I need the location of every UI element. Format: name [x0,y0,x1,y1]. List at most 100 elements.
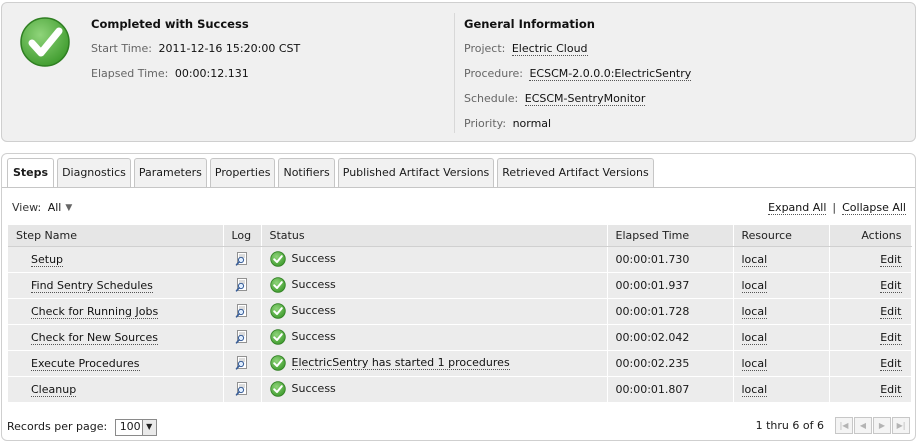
success-check-icon [269,355,286,371]
edit-step-link[interactable]: Edit [880,278,902,293]
elapsed-time-cell: 00:00:01.730 [607,246,734,273]
tab-retrieved-artifact-versions[interactable]: Retrieved Artifact Versions [497,158,654,187]
view-filter: View: All ▼ [12,200,72,216]
view-select[interactable]: All ▼ [48,201,73,214]
schedule-link[interactable]: ECSCM-SentryMonitor [524,92,646,106]
step-name-link[interactable]: Cleanup [31,382,77,397]
resource-cell: local [733,246,830,273]
actions-cell: Edit [829,324,912,351]
resource-link[interactable]: local [741,382,768,397]
project-row: Project: Electric Cloud [464,34,691,59]
log-magnifier-icon[interactable] [234,251,250,267]
expand-all-link[interactable]: Expand All [768,201,827,215]
log-cell [223,298,262,325]
resource-link[interactable]: local [741,330,768,345]
elapsed-time-cell: 00:00:01.728 [607,298,734,325]
step-name-cell: Check for Running Jobs [8,298,224,325]
step-name-link[interactable]: Check for New Sources [31,330,158,345]
status-text: ElectricSentry has started 1 procedures [291,356,510,370]
chevron-down-icon: ▼ [141,419,156,435]
schedule-row: Schedule: ECSCM-SentryMonitor [464,84,691,109]
step-name-link[interactable]: Find Sentry Schedules [31,278,153,293]
actions-cell: Edit [829,298,912,325]
step-name-cell: Cleanup [8,376,224,403]
actions-cell: Edit [829,376,912,403]
status-text: Success [291,252,336,265]
next-page-icon[interactable]: ▶ [873,416,891,434]
elapsed-time-row: Elapsed Time: 00:00:12.131 [91,59,300,84]
step-name-cell: Find Sentry Schedules [8,272,224,299]
col-header-resource[interactable]: Resource [733,225,830,247]
log-magnifier-icon[interactable] [234,303,250,319]
status-cell: ElectricSentry has started 1 procedures [261,350,608,377]
log-magnifier-icon[interactable] [234,329,250,345]
procedure-link[interactable]: ECSCM-2.0.0.0:ElectricSentry [529,67,692,81]
tab-parameters[interactable]: Parameters [133,158,207,187]
records-per-page-select[interactable]: 100 ▼ [114,418,157,436]
actions-cell: Edit [829,272,912,299]
first-page-icon[interactable]: |◀ [835,416,853,434]
procedure-label: Procedure: [464,67,523,80]
status-text: Success [291,382,336,395]
edit-step-link[interactable]: Edit [880,330,902,345]
collapse-all-link[interactable]: Collapse All [842,201,906,215]
status-text: Success [291,330,336,343]
tab-published-artifact-versions[interactable]: Published Artifact Versions [337,158,495,187]
resource-link[interactable]: local [741,304,768,319]
log-magnifier-icon[interactable] [234,381,250,397]
edit-step-link[interactable]: Edit [880,382,902,397]
step-name-link[interactable]: Execute Procedures [31,356,140,371]
table-header-row: Step Name Log Status Elapsed Time Resour… [8,225,912,247]
resource-link[interactable]: local [741,252,768,267]
project-link[interactable]: Electric Cloud [511,42,588,56]
resource-cell: local [733,272,830,299]
log-cell [223,324,262,351]
col-header-elapsed-time[interactable]: Elapsed Time [607,225,734,247]
col-header-log[interactable]: Log [223,225,262,247]
edit-step-link[interactable]: Edit [880,304,902,319]
edit-step-link[interactable]: Edit [880,252,902,267]
view-select-value: All [47,201,62,214]
pagination: 1 thru 6 of 6 |◀ ◀ ▶ ▶| [756,416,910,434]
step-name-link[interactable]: Setup [31,252,64,267]
job-details-panel: Steps Diagnostics Parameters Properties … [1,153,916,441]
priority-label: Priority: [464,117,507,130]
actions-cell: Edit [829,350,912,377]
success-check-icon [269,277,286,293]
table-row: Setup Success 00:00:01.730 local Edit [8,246,912,273]
tab-properties[interactable]: Properties [209,158,276,187]
log-magnifier-icon[interactable] [234,277,250,293]
tab-notifiers[interactable]: Notifiers [278,158,335,187]
schedule-label: Schedule: [464,92,519,105]
elapsed-time-cell: 00:00:01.807 [607,376,734,403]
col-header-actions: Actions [829,225,912,247]
log-cell [223,376,262,403]
start-time-label: Start Time: [91,42,152,55]
tab-underline [2,187,915,188]
tab-diagnostics[interactable]: Diagnostics [57,158,131,187]
log-cell [223,246,262,273]
elapsed-time-cell: 00:00:02.235 [607,350,734,377]
table-row: Check for New Sources Success 00:00:02.042… [8,324,912,351]
col-header-status[interactable]: Status [261,225,608,247]
last-page-icon[interactable]: ▶| [892,416,910,434]
tab-steps[interactable]: Steps [7,158,55,187]
log-magnifier-icon[interactable] [234,355,250,371]
resource-link[interactable]: local [741,356,768,371]
start-time-row: Start Time: 2011-12-16 15:20:00 CST [91,34,300,59]
step-name-link[interactable]: Check for Running Jobs [31,304,159,319]
resource-link[interactable]: local [741,278,768,293]
summary-divider [454,13,455,133]
status-cell: Success [261,272,608,299]
job-status-title: Completed with Success [91,17,249,31]
col-header-step-name[interactable]: Step Name [8,225,224,247]
records-per-page-label: Records per page: [7,420,108,433]
table-row: Execute Procedures ElectricSentry has sta… [8,350,912,377]
elapsed-time-cell: 00:00:01.937 [607,272,734,299]
prev-page-icon[interactable]: ◀ [854,416,872,434]
tab-bar: Steps Diagnostics Parameters Properties … [7,158,657,187]
job-summary-panel: Completed with Success Start Time: 2011-… [1,2,916,142]
status-text: Success [291,278,336,291]
records-per-page: Records per page: 100 ▼ [7,418,157,436]
edit-step-link[interactable]: Edit [880,356,902,371]
